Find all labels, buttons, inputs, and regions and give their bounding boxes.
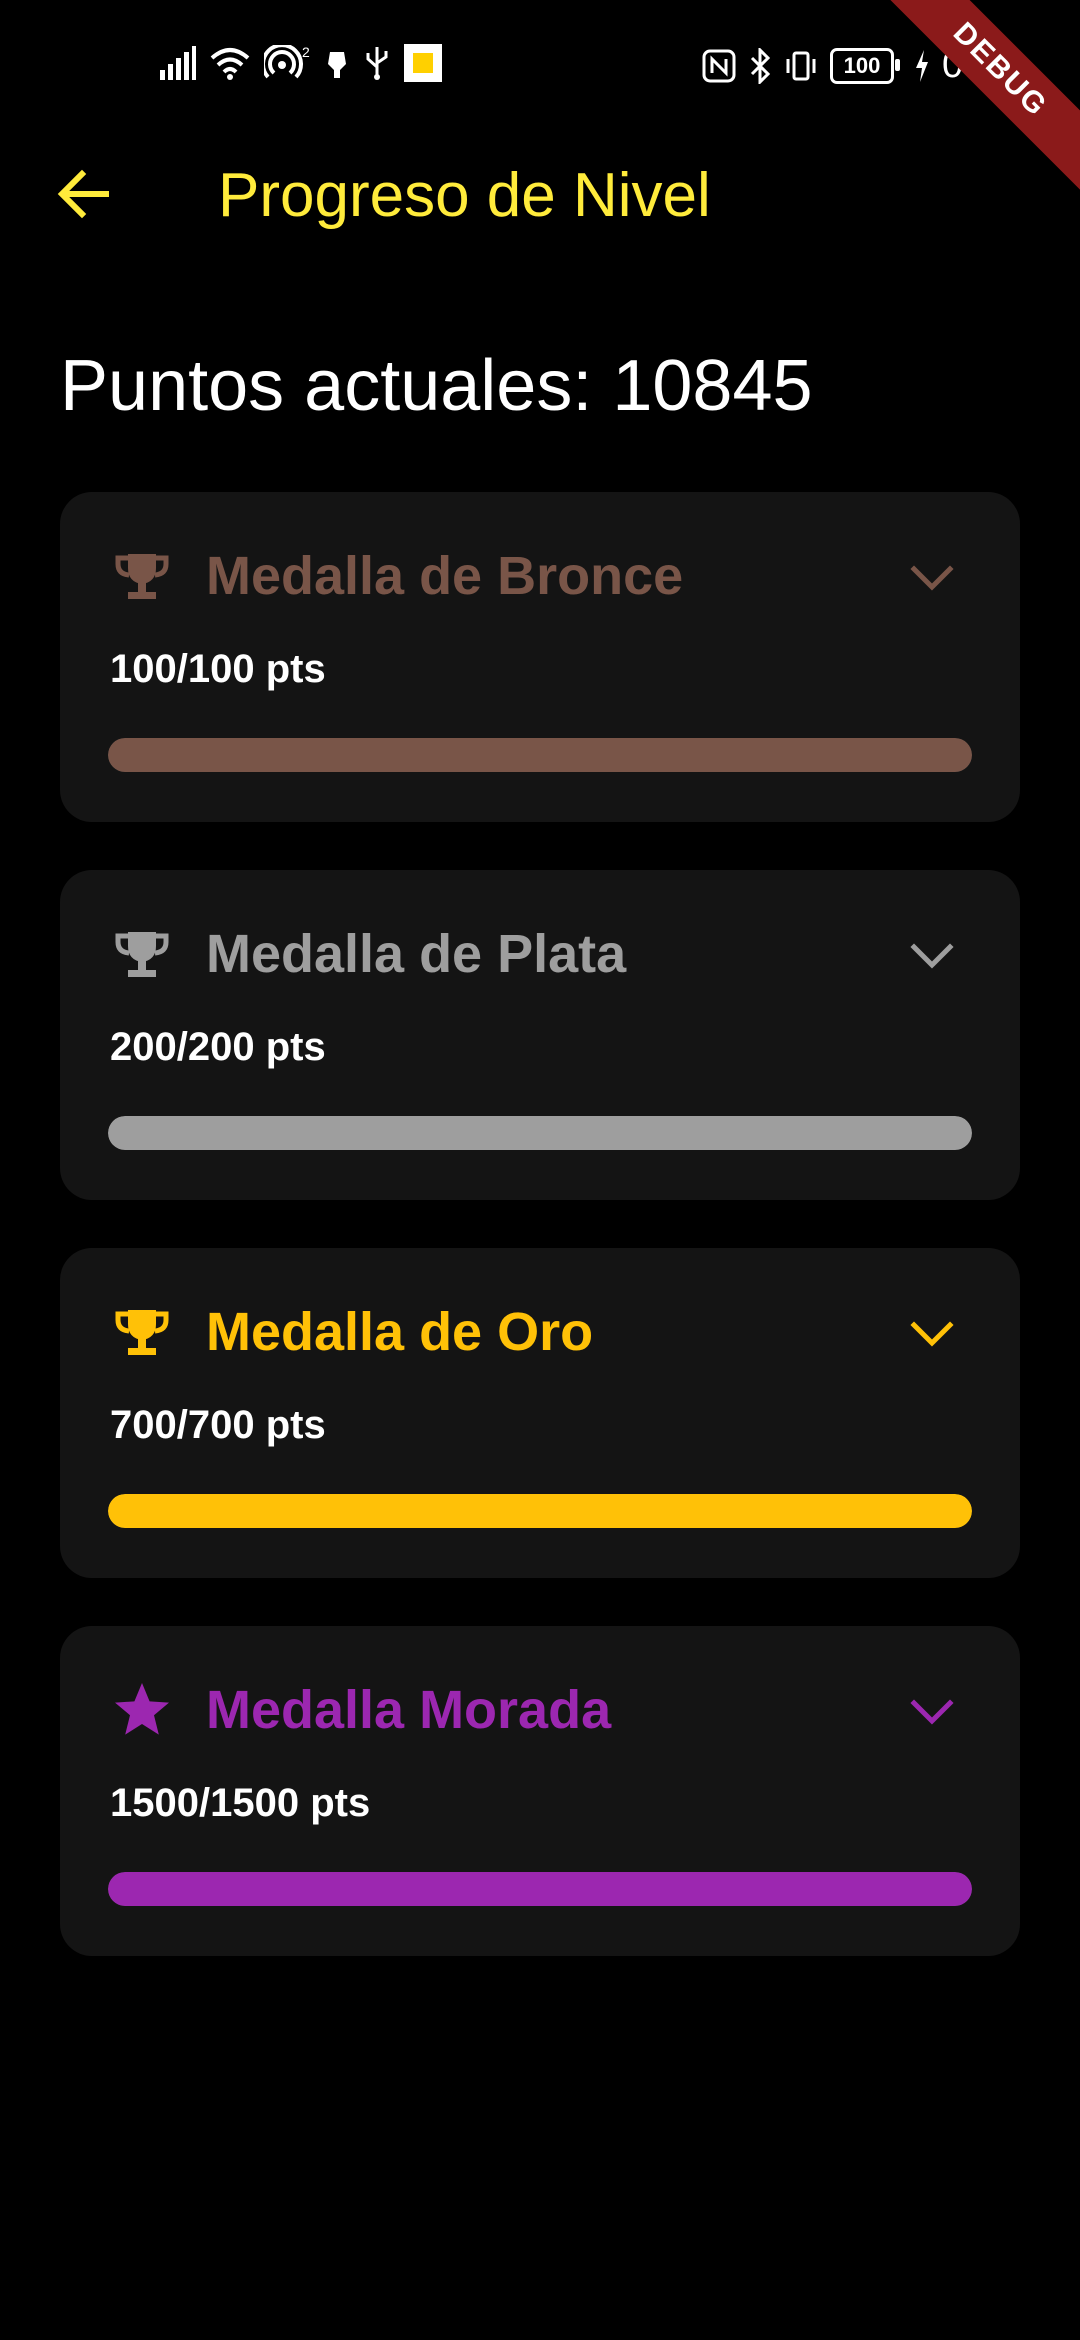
- medal-card-gold[interactable]: Medalla de Oro 700/700 pts: [60, 1248, 1020, 1578]
- notification-app-icon: [324, 46, 350, 80]
- progress-bar: [108, 738, 972, 772]
- hotspot-icon: 2: [264, 45, 310, 81]
- wifi-icon: [210, 46, 250, 80]
- medal-points: 100/100 pts: [110, 647, 326, 691]
- medal-card-silver[interactable]: Medalla de Plata 200/200 pts: [60, 870, 1020, 1200]
- medal-card-bronze[interactable]: Medalla de Bronce 100/100 pts: [60, 492, 1020, 822]
- bluetooth-icon: [748, 47, 772, 84]
- progress-bar: [108, 1872, 972, 1906]
- medal-list: Medalla de Bronce 100/100 pts Medalla de…: [60, 492, 1020, 2004]
- trophy-icon: [110, 1300, 174, 1364]
- progress-bar: [108, 1116, 972, 1150]
- status-left-icons: 2: [160, 44, 442, 82]
- page-title: Progreso de Nivel: [218, 161, 711, 230]
- medal-points: 700/700 pts: [110, 1403, 326, 1447]
- app-notification-icon: [404, 44, 442, 82]
- trophy-icon: [110, 544, 174, 608]
- progress-fill: [108, 738, 972, 772]
- back-button[interactable]: [44, 156, 124, 236]
- medal-title: Medalla Morada: [206, 1680, 612, 1740]
- progress-fill: [108, 1872, 972, 1906]
- nfc-icon: [702, 49, 736, 83]
- chevron-down-icon[interactable]: [904, 550, 960, 606]
- arrow-back-icon: [56, 166, 112, 227]
- progress-bar: [108, 1494, 972, 1528]
- medal-title: Medalla de Plata: [206, 924, 627, 984]
- medal-points: 200/200 pts: [110, 1025, 326, 1069]
- trophy-icon: [110, 922, 174, 986]
- medal-points: 1500/1500 pts: [110, 1781, 371, 1825]
- chevron-down-icon[interactable]: [904, 1306, 960, 1362]
- current-points: Puntos actuales: 10845: [60, 346, 813, 426]
- usb-icon: [364, 45, 390, 81]
- battery-icon: 100: [830, 47, 901, 84]
- star-icon: [110, 1678, 174, 1742]
- progress-fill: [108, 1494, 972, 1528]
- app-bar: Progreso de Nivel: [0, 130, 1080, 260]
- medal-title: Medalla de Oro: [206, 1302, 594, 1362]
- medal-title: Medalla de Bronce: [206, 546, 684, 606]
- signal-superscript: 2: [302, 45, 310, 60]
- chevron-down-icon[interactable]: [904, 1684, 960, 1740]
- chevron-down-icon[interactable]: [904, 928, 960, 984]
- charging-icon: [914, 49, 930, 82]
- progress-fill: [108, 1116, 972, 1150]
- cell-signal-icon: [160, 46, 196, 80]
- medal-card-purple[interactable]: Medalla Morada 1500/1500 pts: [60, 1626, 1020, 1956]
- vibrate-icon: [784, 49, 818, 83]
